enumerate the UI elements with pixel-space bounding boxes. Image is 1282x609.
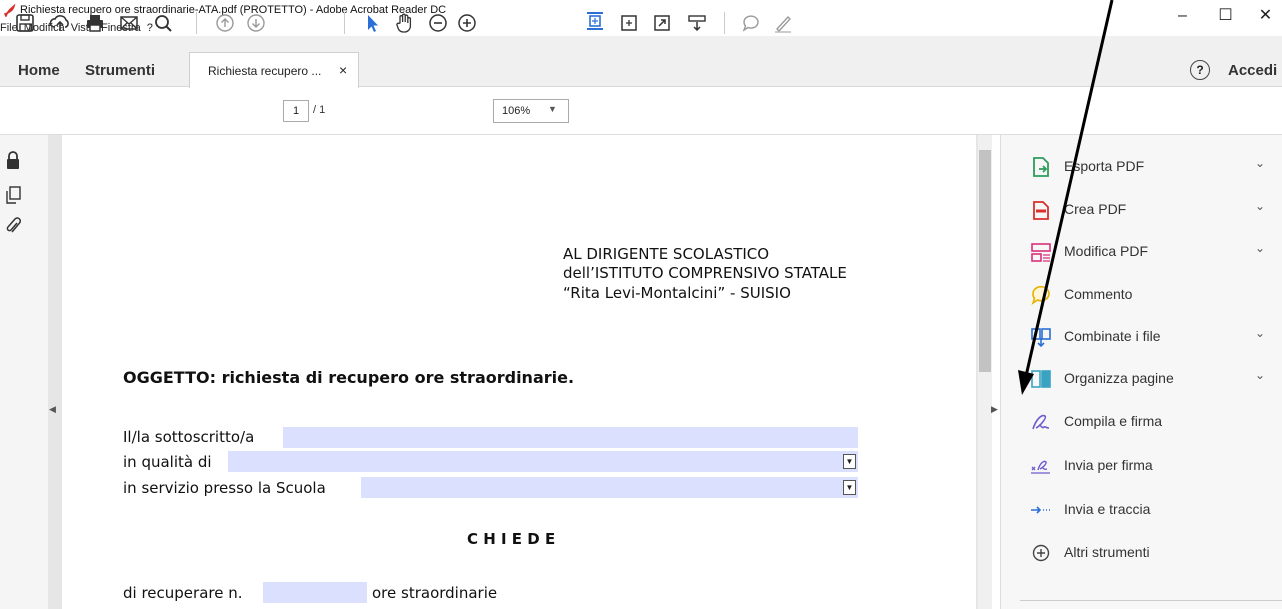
role-label: in qualità di	[123, 453, 212, 471]
help-icon[interactable]: ?	[1190, 60, 1210, 80]
tool-create-pdf[interactable]: Crea PDF ⌄	[1030, 193, 1275, 225]
tool-label: Modifica PDF	[1064, 243, 1149, 259]
signer-name-field[interactable]	[283, 427, 858, 448]
tool-send-track[interactable]: Invia e traccia	[1030, 493, 1275, 525]
lock-icon[interactable]	[5, 150, 21, 170]
full-screen-icon[interactable]	[651, 12, 673, 34]
requests-heading: C H I E D E	[467, 530, 556, 548]
previous-page-icon[interactable]	[214, 12, 236, 34]
signer-label: Il/la sottoscritto/a	[123, 428, 255, 446]
email-icon[interactable]	[118, 12, 140, 34]
zoom-out-icon[interactable]	[427, 12, 449, 34]
tab-tools[interactable]: Strumenti	[85, 62, 155, 79]
dropdown-arrow-icon: ▼	[843, 454, 856, 469]
organize-pages-icon	[1031, 370, 1051, 388]
school-label: in servizio presso la Scuola	[123, 479, 326, 497]
chevron-down-icon: ▼	[548, 104, 557, 114]
recipient-line-1: AL DIRIGENTE SCOLASTICO	[563, 245, 770, 263]
tool-send-signature[interactable]: Invia per firma	[1030, 449, 1275, 481]
tab-document[interactable]: Richiesta recupero ... ×	[189, 52, 359, 89]
next-page-icon[interactable]	[245, 12, 267, 34]
page-total: / 1	[313, 104, 326, 116]
tool-label: Commento	[1064, 286, 1133, 302]
rotate-view-icon[interactable]	[618, 12, 640, 34]
tool-comment[interactable]: Commento	[1030, 278, 1275, 310]
chevron-down-icon[interactable]: ⌄	[1255, 156, 1265, 170]
tools-divider	[1020, 600, 1282, 601]
create-pdf-icon	[1033, 201, 1049, 220]
toolbar-divider	[344, 12, 345, 34]
chevron-down-icon[interactable]: ⌄	[1255, 368, 1265, 382]
school-dropdown[interactable]: ▼	[361, 477, 858, 498]
subject-heading: OGGETTO: richiesta di recupero ore strao…	[123, 368, 575, 387]
more-tools-icon	[1032, 544, 1050, 562]
tool-edit-pdf[interactable]: Modifica PDF ⌄	[1030, 235, 1275, 267]
role-dropdown[interactable]: ▼	[228, 451, 858, 472]
read-mode-icon[interactable]	[686, 12, 708, 34]
chevron-down-icon[interactable]: ⌄	[1255, 326, 1265, 340]
hours-field[interactable]	[263, 582, 367, 603]
page-number-input[interactable]: 1	[283, 100, 309, 122]
tool-label: Invia e traccia	[1064, 501, 1151, 517]
tool-organize-pages[interactable]: Organizza pagine ⌄	[1030, 362, 1275, 394]
combine-files-icon	[1031, 328, 1051, 348]
comment-tool-icon[interactable]	[740, 12, 762, 34]
zoom-in-icon[interactable]	[456, 12, 478, 34]
tool-label: Altri strumenti	[1064, 544, 1150, 560]
upload-cloud-icon[interactable]	[49, 12, 71, 34]
toolbar-divider	[724, 12, 725, 34]
export-pdf-icon	[1033, 157, 1049, 177]
send-signature-icon	[1031, 460, 1050, 474]
print-icon[interactable]	[84, 12, 106, 34]
send-track-icon	[1031, 506, 1050, 514]
tool-combine-files[interactable]: Combinate i file ⌄	[1030, 320, 1275, 352]
recipient-line-2: dell’ISTITUTO COMPRENSIVO STATALE	[563, 264, 847, 282]
left-navigation-rail	[0, 135, 49, 609]
tool-label: Invia per firma	[1064, 457, 1153, 473]
menu-bar: File Modifica Vista Finestra?	[0, 22, 1282, 36]
tab-close-icon[interactable]: ×	[339, 62, 347, 78]
tool-label: Crea PDF	[1064, 201, 1127, 217]
hand-tool-icon[interactable]	[393, 12, 415, 34]
tab-document-label: Richiesta recupero ...	[208, 64, 322, 78]
tool-label: Combinate i file	[1064, 328, 1161, 344]
save-icon[interactable]	[14, 12, 36, 34]
chevron-down-icon[interactable]: ⌄	[1255, 199, 1265, 213]
expand-right-panel-icon[interactable]: ▶	[991, 404, 998, 415]
tool-more-tools[interactable]: Altri strumenti	[1030, 536, 1275, 568]
toolbar-divider	[196, 12, 197, 34]
recover-prefix: di recuperare n.	[123, 584, 243, 602]
chevron-down-icon[interactable]: ⌄	[1255, 241, 1265, 255]
zoom-select[interactable]: 106% ▼	[493, 99, 569, 123]
scrollbar-thumb[interactable]	[979, 150, 991, 372]
comment-icon	[1031, 285, 1050, 305]
tab-home[interactable]: Home	[18, 62, 60, 79]
collapse-left-panel-icon[interactable]: ◀	[49, 404, 56, 415]
fit-page-icon[interactable]	[584, 10, 606, 32]
fill-sign-icon	[1032, 414, 1050, 430]
zoom-value: 106%	[502, 105, 531, 117]
dropdown-arrow-icon: ▼	[843, 480, 856, 495]
tool-label: Esporta PDF	[1064, 158, 1145, 174]
select-cursor-icon[interactable]	[361, 12, 383, 34]
tool-label: Compila e firma	[1064, 413, 1163, 429]
search-icon[interactable]	[152, 12, 174, 34]
sign-in-link[interactable]: Accedi	[1228, 62, 1277, 79]
tool-fill-sign[interactable]: Compila e firma	[1030, 405, 1275, 437]
highlight-pen-icon[interactable]	[772, 12, 794, 34]
recipient-line-3: “Rita Levi-Montalcini” - SUISIO	[563, 284, 791, 302]
tool-export-pdf[interactable]: Esporta PDF ⌄	[1030, 150, 1275, 182]
recover-suffix: ore straordinarie	[372, 584, 498, 602]
tool-label: Organizza pagine	[1064, 370, 1174, 386]
page-thumbnails-icon[interactable]	[5, 186, 21, 204]
toolbar	[0, 88, 1282, 135]
attachment-icon[interactable]	[5, 216, 21, 236]
edit-pdf-icon	[1031, 243, 1051, 262]
